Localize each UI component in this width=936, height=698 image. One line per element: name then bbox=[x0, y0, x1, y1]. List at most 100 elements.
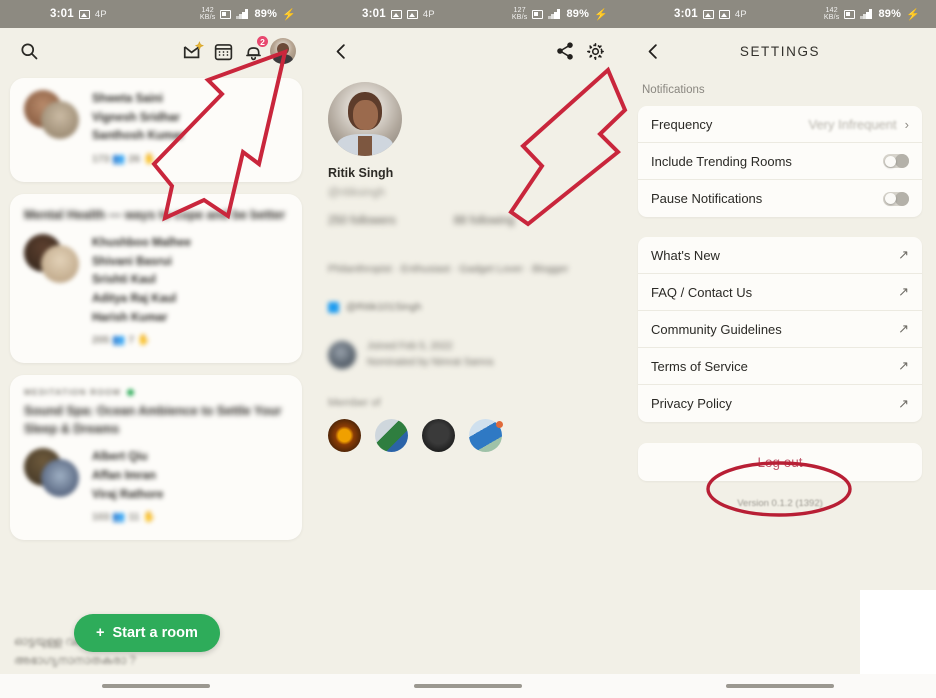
battery-percent: 89% bbox=[878, 8, 902, 20]
participant-avatars bbox=[24, 448, 80, 500]
plus-icon: + bbox=[96, 625, 105, 641]
network-speed-icon: 142 KB/s bbox=[199, 7, 216, 21]
external-link-icon: ↗ bbox=[898, 284, 909, 299]
bell-icon[interactable]: 2 bbox=[238, 35, 269, 66]
network-speed-icon: 127 KB/s bbox=[511, 7, 528, 21]
charging-icon: ⚡ bbox=[594, 8, 608, 21]
log-out-button[interactable]: Log out bbox=[638, 443, 922, 481]
gear-icon[interactable] bbox=[580, 36, 610, 66]
settings-content: Notifications Frequency Very Infrequent … bbox=[624, 74, 936, 509]
section-label-notifications: Notifications bbox=[642, 84, 705, 96]
profile-bio: Philanthropist · Enthusiast · Gadget Lov… bbox=[328, 263, 569, 275]
gesture-nav-profile[interactable] bbox=[312, 674, 624, 698]
row-frequency[interactable]: Frequency Very Infrequent › bbox=[638, 106, 922, 143]
invite-envelope-icon[interactable] bbox=[178, 36, 208, 66]
external-link-icon: ↗ bbox=[898, 247, 909, 262]
charging-icon: ⚡ bbox=[906, 8, 920, 21]
start-a-room-button[interactable]: + Start a room bbox=[74, 614, 220, 652]
status-time: 3:01 bbox=[362, 8, 386, 20]
profile-avatar[interactable] bbox=[328, 82, 402, 156]
twitter-link[interactable]: @Ritik101Singh bbox=[328, 301, 608, 313]
external-link-icon: ↗ bbox=[898, 358, 909, 373]
chevron-left-icon[interactable] bbox=[638, 36, 668, 66]
sim-label: 4P bbox=[94, 8, 107, 20]
signal-icon bbox=[548, 9, 561, 19]
row-whats-new[interactable]: What's New ↗ bbox=[638, 237, 922, 274]
status-bar-profile: 3:01 4P 127 KB/s 89% ⚡ bbox=[312, 0, 624, 28]
calendar-icon[interactable] bbox=[208, 36, 238, 66]
nominator-avatar[interactable] bbox=[328, 341, 356, 369]
row-community-guidelines[interactable]: Community Guidelines ↗ bbox=[638, 311, 922, 348]
row-pause-notifications[interactable]: Pause Notifications bbox=[638, 180, 922, 217]
notifications-group: Frequency Very Infrequent › Include Tren… bbox=[638, 106, 922, 217]
charging-icon: ⚡ bbox=[282, 8, 296, 21]
room-title: Sound Spa: Ocean Ambience to Settle Your… bbox=[24, 404, 282, 437]
member-of-label: Member of bbox=[328, 397, 381, 409]
participant-names: Shweta Saini Vignesh Sridhar Santhosh Ku… bbox=[92, 93, 185, 165]
twitter-icon bbox=[328, 301, 339, 313]
signal-icon bbox=[236, 9, 249, 19]
sim-label: 4P bbox=[422, 8, 435, 20]
settings-app-bar: SETTINGS bbox=[624, 28, 936, 74]
screenshot-root: 3:01 4P 142 KB/s 89% ⚡ 2 Shweta Saini Vi… bbox=[0, 0, 936, 698]
room-title: Mental Health — ways to cope and be bett… bbox=[24, 207, 286, 222]
joined-date: Joined Feb 5, 2022 bbox=[367, 341, 453, 352]
row-terms-of-service[interactable]: Terms of Service ↗ bbox=[638, 348, 922, 385]
avatar[interactable] bbox=[268, 36, 298, 66]
gesture-nav-strip bbox=[0, 674, 936, 698]
status-bar-home: 3:01 4P 142 KB/s 89% ⚡ bbox=[0, 0, 312, 28]
room-tag: MEDITATION ROOM bbox=[24, 387, 288, 397]
signal-icon bbox=[860, 9, 873, 19]
share-icon[interactable] bbox=[550, 36, 580, 66]
status-bar-settings: 3:01 4P 142 KB/s 89% ⚡ bbox=[624, 0, 936, 28]
toggle-include-trending-rooms[interactable] bbox=[883, 154, 909, 168]
row-faq-contact-us[interactable]: FAQ / Contact Us ↗ bbox=[638, 274, 922, 311]
version-text: Version 0.1.2 (1392) bbox=[737, 498, 823, 509]
room-icon-4[interactable] bbox=[469, 419, 503, 452]
participant-avatars bbox=[24, 234, 80, 286]
external-link-icon: ↗ bbox=[898, 321, 909, 336]
gesture-nav-home[interactable] bbox=[0, 674, 312, 698]
profile-handle: @ritiksingh bbox=[328, 187, 386, 199]
followers-count[interactable]: 250 followers bbox=[328, 215, 396, 227]
screenshot-icon bbox=[406, 9, 418, 19]
hd-icon bbox=[532, 9, 544, 19]
list-item[interactable]: MEDITATION ROOM Sound Spa: Ocean Ambienc… bbox=[10, 375, 302, 541]
white-overlay-rectangle bbox=[860, 590, 936, 674]
links-group: What's New ↗ FAQ / Contact Us ↗ Communit… bbox=[638, 237, 922, 422]
row-privacy-policy[interactable]: Privacy Policy ↗ bbox=[638, 385, 922, 422]
list-item[interactable]: Mental Health — ways to cope and be bett… bbox=[10, 193, 302, 364]
row-include-trending-rooms[interactable]: Include Trending Rooms bbox=[638, 143, 922, 180]
toggle-pause-notifications[interactable] bbox=[883, 191, 909, 206]
room-icon-3[interactable] bbox=[422, 419, 455, 452]
status-time: 3:01 bbox=[674, 8, 698, 20]
battery-percent: 89% bbox=[254, 8, 278, 20]
twitter-handle: @Ritik101Singh bbox=[346, 301, 422, 313]
chevron-left-icon[interactable] bbox=[326, 36, 356, 66]
chevron-right-icon: › bbox=[904, 116, 909, 132]
start-a-room-label: Start a room bbox=[112, 625, 198, 641]
battery-percent: 89% bbox=[566, 8, 590, 20]
sim-label: 4P bbox=[734, 8, 747, 20]
following-count[interactable]: 88 following bbox=[454, 215, 515, 227]
frequency-value: Very Infrequent bbox=[808, 116, 897, 132]
room-icon-2[interactable] bbox=[375, 419, 408, 452]
profile-stats[interactable]: 250 followers 88 following bbox=[328, 215, 608, 227]
external-link-icon: ↗ bbox=[898, 395, 909, 411]
room-icon-1[interactable] bbox=[328, 419, 361, 452]
status-time: 3:01 bbox=[50, 8, 74, 20]
member-of-clubs[interactable] bbox=[328, 419, 608, 452]
search-icon[interactable] bbox=[14, 36, 44, 66]
network-speed-icon: 142 KB/s bbox=[823, 7, 840, 21]
phone-panel-profile: 3:01 4P 127 KB/s 89% ⚡ Ritik Singh @riti… bbox=[312, 0, 624, 698]
log-out-label: Log out bbox=[757, 454, 803, 470]
hd-icon bbox=[844, 9, 856, 19]
profile-content: Ritik Singh @ritiksingh 250 followers 88… bbox=[312, 74, 624, 452]
room-feed-list[interactable]: Shweta Saini Vignesh Sridhar Santhosh Ku… bbox=[0, 74, 312, 541]
nomination-block: Joined Feb 5, 2022 Nominated by Nimrat S… bbox=[328, 339, 608, 371]
image-icon bbox=[702, 9, 714, 19]
list-item[interactable]: Shweta Saini Vignesh Sridhar Santhosh Ku… bbox=[10, 78, 302, 182]
screenshot-icon bbox=[718, 9, 730, 19]
gesture-nav-settings[interactable] bbox=[624, 674, 936, 698]
profile-app-bar bbox=[312, 28, 624, 74]
